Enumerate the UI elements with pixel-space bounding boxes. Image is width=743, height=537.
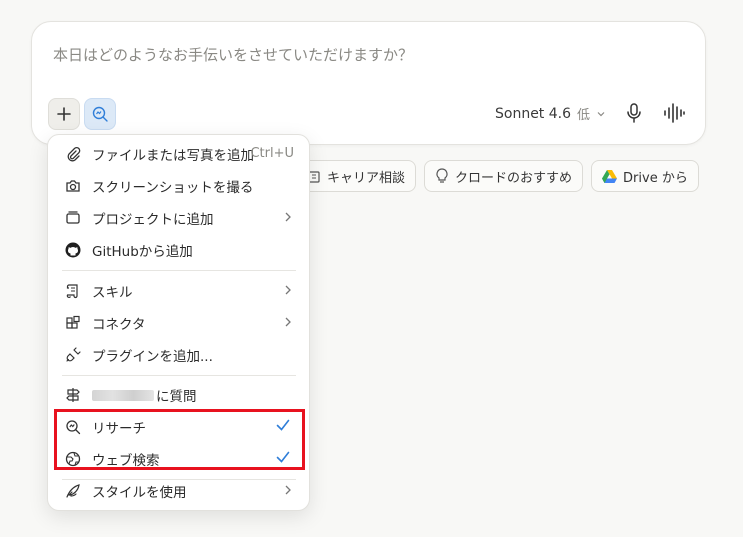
menu-item-add-plugin[interactable]: プラグインを追加... <box>56 340 302 370</box>
menu-item-label: プラグインを追加... <box>92 349 213 365</box>
menu-item-label: ファイルまたは写真を追加 <box>92 148 254 164</box>
github-icon <box>65 242 81 258</box>
chevron-right-icon <box>285 212 291 222</box>
menu-item-skills[interactable]: スキル <box>56 276 302 306</box>
chat-composer: 本日はどのようなお手伝いをさせていただけますか？ Sonnet 4.6 低 <box>31 21 706 145</box>
annotation-highlight-box <box>54 409 305 470</box>
connector-blocks-icon <box>66 315 80 329</box>
menu-item-connectors[interactable]: コネクタ <box>56 308 302 338</box>
research-icon <box>92 106 108 122</box>
suggestion-chips: キャリア相談 クロードのおすすめ Drive から <box>296 160 699 192</box>
menu-item-label: プロジェクトに追加 <box>92 212 214 228</box>
menu-item-add-github[interactable]: GitHubから追加 <box>56 235 302 265</box>
add-menu-button[interactable] <box>48 98 80 130</box>
menu-item-label: GitHubから追加 <box>92 244 193 260</box>
research-toggle-button[interactable] <box>84 98 116 130</box>
chevron-down-icon <box>597 111 605 116</box>
chevron-right-icon <box>285 285 291 295</box>
chip-recommend[interactable]: クロードのおすすめ <box>424 160 584 192</box>
menu-divider <box>62 375 296 376</box>
message-input[interactable]: 本日はどのようなお手伝いをさせていただけますか？ <box>53 44 413 65</box>
chevron-right-icon <box>285 317 291 327</box>
menu-item-add-project[interactable]: プロジェクトに追加 <box>56 203 302 233</box>
microphone-button[interactable] <box>624 102 644 128</box>
menu-divider <box>62 270 296 271</box>
waveform-icon <box>664 103 685 123</box>
chip-career[interactable]: キャリア相談 <box>296 160 417 192</box>
model-name: Sonnet 4.6 <box>495 105 572 122</box>
folder-icon <box>66 211 80 224</box>
menu-item-label: スクリーンショットを撮る <box>92 180 254 196</box>
microphone-icon <box>627 103 641 123</box>
camera-icon <box>66 180 80 192</box>
model-level: 低 <box>577 108 591 123</box>
menu-item-label: コネクタ <box>92 317 146 333</box>
plus-icon <box>57 107 71 121</box>
chip-label: クロードのおすすめ <box>455 170 573 186</box>
chip-label: Drive から <box>623 170 688 186</box>
plug-icon <box>66 347 81 362</box>
menu-item-label: スキル <box>92 285 133 301</box>
shortcut-hint: Ctrl+U <box>250 146 294 161</box>
menu-item-ask-project[interactable]: に質問 <box>56 380 302 410</box>
voice-mode-button[interactable] <box>662 102 686 128</box>
menu-item-add-file[interactable]: ファイルまたは写真を追加 Ctrl+U <box>56 139 302 169</box>
chevron-right-icon <box>285 485 291 495</box>
menu-item-label: に質問 <box>156 389 197 405</box>
chip-drive[interactable]: Drive から <box>591 160 699 192</box>
menu-item-screenshot[interactable]: スクリーンショットを撮る <box>56 171 302 201</box>
paperclip-icon <box>67 146 81 162</box>
menu-item-label: スタイルを使用 <box>92 485 187 501</box>
menu-item-use-style[interactable]: スタイルを使用 <box>56 476 302 506</box>
signpost-icon <box>66 388 80 402</box>
google-drive-icon <box>602 169 618 183</box>
feather-pen-icon <box>66 484 80 498</box>
chip-label: キャリア相談 <box>327 170 406 186</box>
lightbulb-icon <box>436 168 448 183</box>
scroll-icon <box>66 284 78 299</box>
redacted-name <box>92 389 154 401</box>
model-selector[interactable]: Sonnet 4.6 低 <box>495 104 606 123</box>
